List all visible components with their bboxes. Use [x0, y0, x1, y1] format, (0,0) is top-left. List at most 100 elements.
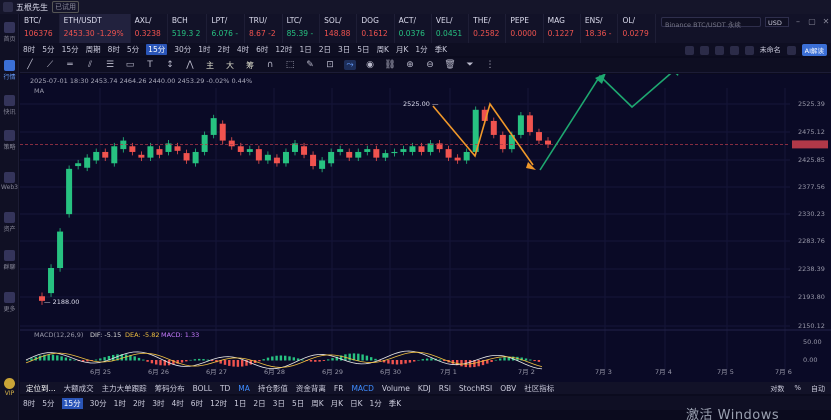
ticker-item[interactable]: AXL/0.3238: [131, 14, 168, 43]
sidebar-item-0[interactable]: 首页: [0, 22, 19, 43]
text-tool-icon[interactable]: T: [144, 60, 156, 70]
sidebar-item-7[interactable]: 更多: [0, 292, 19, 313]
sidebar-item-5[interactable]: 资产: [0, 212, 19, 233]
chart-svg[interactable]: 2025-07-01 18:30 2453.74 2464.26 2440.00…: [20, 74, 831, 382]
period-tab[interactable]: 季K: [435, 44, 447, 55]
ticker-item[interactable]: OL/0.0279: [618, 14, 656, 43]
indicator-toggle[interactable]: 资金背离: [296, 383, 326, 394]
ticker-item[interactable]: THE/0.2582: [469, 14, 507, 43]
indicator-toggle[interactable]: 持仓影值: [258, 383, 288, 394]
period-tab[interactable]: 4时: [237, 44, 249, 55]
indicator-toggle[interactable]: FR: [334, 384, 344, 393]
currency-select[interactable]: USD: [765, 17, 789, 27]
indicator-toggle[interactable]: 社区指标: [524, 383, 554, 394]
brush-icon[interactable]: ✎: [304, 60, 316, 70]
ticker-item[interactable]: LPT/6.076 -: [207, 14, 246, 43]
tool-chip[interactable]: 筹: [244, 60, 256, 71]
locate-button[interactable]: 定位到...: [26, 383, 56, 394]
camera-icon[interactable]: [729, 45, 739, 55]
zoom-out-icon[interactable]: ⊖: [424, 60, 436, 70]
maximize-icon[interactable]: ▢: [807, 17, 817, 27]
ticker-item[interactable]: BCH 519.3 2: [168, 14, 208, 43]
bottom-period-tab[interactable]: 3时: [152, 398, 164, 409]
axis-mode-button[interactable]: %: [794, 384, 801, 394]
bottom-period-tab[interactable]: 1日: [234, 398, 246, 409]
layout-icon[interactable]: [786, 45, 796, 55]
fullscreen-icon[interactable]: [714, 45, 724, 55]
period-tab[interactable]: 1分: [415, 44, 427, 55]
sidebar-item-6[interactable]: 群聊: [0, 250, 19, 271]
bottom-period-tab[interactable]: 4时: [172, 398, 184, 409]
clock-icon[interactable]: [684, 45, 694, 55]
ticker-item[interactable]: BTC/106376: [20, 14, 60, 43]
bottom-period-tab[interactable]: 8时: [23, 398, 35, 409]
axis-mode-button[interactable]: 自动: [811, 384, 825, 394]
indicator-toggle[interactable]: StochRSI: [459, 384, 492, 393]
period-tab[interactable]: 15分: [146, 44, 168, 55]
bottom-period-tab[interactable]: 15分: [61, 397, 83, 409]
trial-tag[interactable]: 已试用: [52, 1, 79, 13]
indicator-toggle[interactable]: BOLL: [193, 384, 212, 393]
ticker-item[interactable]: TRU/8.67 -2: [245, 14, 283, 43]
indicator-toggle[interactable]: 主力大单跟踪: [102, 383, 147, 394]
fib-tool-icon[interactable]: ☰: [104, 60, 116, 70]
bottom-period-tab[interactable]: 5分: [42, 398, 54, 409]
indicator-toggle[interactable]: MACD: [351, 384, 373, 393]
bottom-period-tab[interactable]: 12时: [210, 398, 227, 409]
channel-tool-icon[interactable]: ⫽: [84, 60, 96, 70]
bottom-period-tab[interactable]: 日K: [350, 398, 362, 409]
trash-icon[interactable]: 🗑: [444, 60, 456, 70]
period-tab[interactable]: 5分: [42, 44, 54, 55]
ticker-item[interactable]: LTC/85.39 -: [283, 14, 321, 43]
indicator-toggle[interactable]: 大额成交: [64, 383, 94, 394]
period-tab[interactable]: 周期: [86, 44, 101, 55]
ticker-item[interactable]: ENS/18.36 -: [581, 14, 619, 43]
sidebar-item-8[interactable]: VIP: [0, 378, 19, 397]
bottom-period-tab[interactable]: 周K: [311, 398, 323, 409]
axis-mode-button[interactable]: 对数: [770, 384, 784, 394]
close-icon[interactable]: ✕: [821, 17, 831, 27]
period-tab[interactable]: 30分: [174, 44, 191, 55]
indicator-toggle[interactable]: MA: [238, 384, 250, 393]
gear-icon[interactable]: [744, 45, 754, 55]
compare-icon[interactable]: [699, 45, 709, 55]
more-tools-icon[interactable]: ⋮: [484, 60, 496, 70]
select-tool-icon[interactable]: ⬚: [284, 60, 296, 70]
period-tab[interactable]: 1日: [299, 44, 311, 55]
horizontal-line-icon[interactable]: ═: [64, 60, 76, 70]
tool-big[interactable]: 大: [224, 60, 236, 71]
lock-icon[interactable]: ⊡: [324, 60, 336, 70]
period-tab[interactable]: 1时: [198, 44, 210, 55]
template-select[interactable]: 未命名: [760, 45, 781, 55]
period-tab[interactable]: 12时: [275, 44, 292, 55]
sidebar-item-2[interactable]: 快讯: [0, 95, 19, 116]
price-chart[interactable]: 2025-07-01 18:30 2453.74 2464.26 2440.00…: [20, 74, 831, 392]
tool-main[interactable]: 主: [204, 60, 216, 71]
period-tab[interactable]: 月K: [396, 44, 408, 55]
ray-tool-icon[interactable]: ⟋: [44, 60, 56, 70]
indicator-toggle[interactable]: Volume: [382, 384, 410, 393]
link-icon[interactable]: ⛓: [384, 60, 396, 70]
indicator-toggle[interactable]: OBV: [500, 384, 516, 393]
pattern-tool-icon[interactable]: ⋀: [184, 60, 196, 70]
bottom-period-tab[interactable]: 6时: [191, 398, 203, 409]
bottom-period-tab[interactable]: 月K: [331, 398, 343, 409]
bottom-period-tab[interactable]: 5日: [292, 398, 304, 409]
trendline-tool-icon[interactable]: ╱: [24, 60, 36, 70]
ticker-item[interactable]: VEL/0.0451: [432, 14, 470, 43]
indicator-toggle[interactable]: RSI: [439, 384, 451, 393]
bottom-period-tab[interactable]: 1时: [114, 398, 126, 409]
path-tool-icon[interactable]: ⤳: [344, 60, 356, 70]
ticker-item[interactable]: MAG 0.1227: [544, 14, 581, 43]
filter-icon[interactable]: ⏷: [464, 60, 476, 70]
rectangle-tool-icon[interactable]: ▭: [124, 60, 136, 70]
sidebar-item-4[interactable]: Web3: [0, 172, 19, 191]
sidebar-item-1[interactable]: 行情: [0, 60, 19, 81]
search-input[interactable]: Binance BTC/USDT 永续: [661, 17, 761, 29]
indicator-toggle[interactable]: KDJ: [418, 384, 431, 393]
period-tab[interactable]: 8时: [23, 44, 35, 55]
period-tab[interactable]: 5日: [357, 44, 369, 55]
bottom-period-tab[interactable]: 3日: [273, 398, 285, 409]
sidebar-item-3[interactable]: 策略: [0, 130, 19, 151]
ticker-item[interactable]: SOL/148.88: [320, 14, 358, 43]
